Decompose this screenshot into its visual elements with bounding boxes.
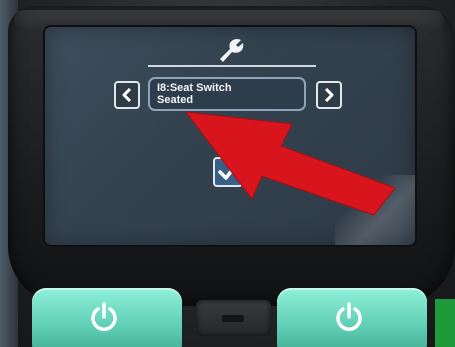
next-button[interactable] [316,81,342,109]
lcd-screen: I8:Seat Switch Seated [45,27,415,245]
machine-panel [435,299,455,347]
usb-port-cover [196,300,271,336]
confirm-checkbox[interactable] [213,157,243,187]
checkmark-icon [218,163,238,180]
device-photo: I8:Seat Switch Seated [0,0,455,347]
input-status-label: I8:Seat Switch Seated [148,77,306,111]
power-icon [91,302,117,331]
header-divider [148,65,316,67]
wrench-icon [217,37,245,63]
previous-button[interactable] [114,81,140,109]
left-power-button[interactable] [32,288,182,347]
chevron-left-icon [122,88,132,102]
usb-port-icon [222,315,244,322]
input-name: I8:Seat Switch [157,82,232,94]
input-state: Seated [157,94,194,106]
chevron-right-icon [324,88,334,102]
right-power-button[interactable] [277,288,427,347]
screen-glare [335,175,415,245]
power-icon [336,302,362,331]
